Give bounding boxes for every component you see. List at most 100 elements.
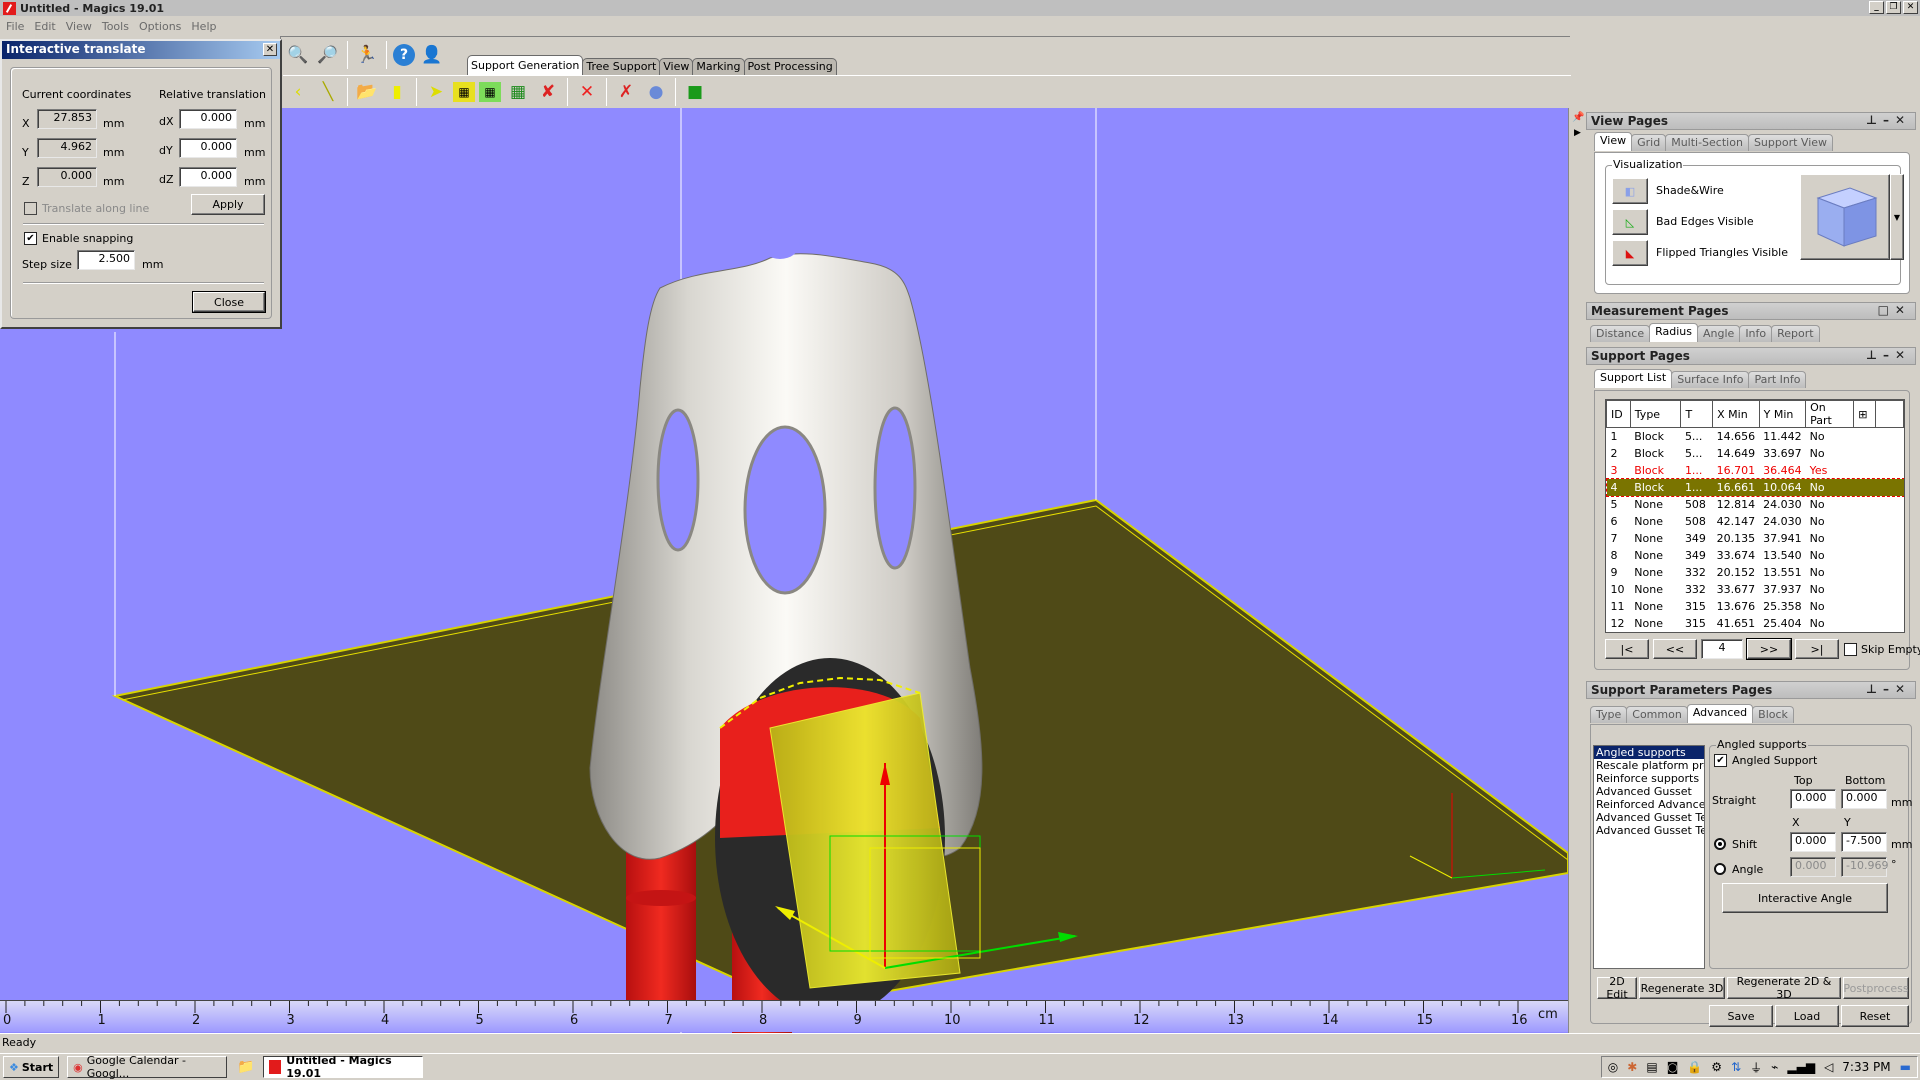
- usb-icon[interactable]: ⏚: [1750, 1059, 1762, 1076]
- panel-controls[interactable]: □✕: [1878, 303, 1911, 317]
- advanced-option-item[interactable]: Angled supports: [1594, 746, 1704, 759]
- shift-radio[interactable]: [1714, 838, 1726, 850]
- support-table-row[interactable]: 1 Block 5... 14.656 11.442 No: [1607, 428, 1904, 445]
- delete-numbered-icon[interactable]: ✗: [613, 79, 639, 105]
- tab-type[interactable]: Type: [1590, 706, 1628, 723]
- show-desktop-icon[interactable]: ▬: [1900, 1060, 1911, 1074]
- dialog-title-bar[interactable]: Interactive translate ✕: [2, 41, 280, 59]
- shift-x-input[interactable]: 0.000: [1790, 832, 1836, 852]
- translate-along-line-checkbox[interactable]: [24, 202, 37, 215]
- tray-icon[interactable]: ◎: [1608, 1060, 1618, 1074]
- angled-support-checkbox[interactable]: ✔: [1714, 754, 1727, 767]
- col-xmin[interactable]: X Min: [1712, 400, 1760, 428]
- straight-top-input[interactable]: 0.000: [1790, 789, 1836, 809]
- close-window-button[interactable]: ✕: [1903, 1, 1918, 14]
- regenerate-2d-3d-button[interactable]: Regenerate 2D & 3D: [1727, 975, 1841, 1001]
- first-button[interactable]: |<: [1605, 639, 1649, 659]
- support-table-row[interactable]: 3 Block 1... 16.701 36.464 Yes: [1607, 462, 1904, 479]
- tab-view-page[interactable]: View: [1594, 132, 1633, 151]
- tab-advanced[interactable]: Advanced: [1686, 704, 1754, 723]
- dialog-close-icon[interactable]: ✕: [263, 43, 277, 56]
- bad-edges-button[interactable]: ◺: [1612, 209, 1648, 235]
- support-table-row[interactable]: 6 None 508 42.147 24.030 No: [1607, 513, 1904, 530]
- interactive-angle-button[interactable]: Interactive Angle: [1722, 883, 1888, 913]
- dz-input[interactable]: 0.000: [179, 167, 237, 187]
- col-on-part[interactable]: On Part: [1805, 400, 1855, 428]
- column-chooser-icon[interactable]: ⊞: [1853, 400, 1876, 428]
- panel-controls[interactable]: ⊥–✕: [1866, 348, 1911, 362]
- current-support-input[interactable]: 4: [1701, 639, 1743, 659]
- volume-icon[interactable]: ◁: [1824, 1060, 1833, 1074]
- close-button[interactable]: Close: [192, 291, 266, 313]
- support-table-row[interactable]: 7 None 349 20.135 37.941 No: [1607, 530, 1904, 547]
- tab-view[interactable]: View: [659, 58, 694, 75]
- tray-icon[interactable]: ⚙: [1711, 1060, 1722, 1074]
- taskbar-item-magics[interactable]: Untitled - Magics 19.01: [262, 1054, 423, 1080]
- col-ymin[interactable]: Y Min: [1758, 400, 1807, 428]
- open-folder-icon[interactable]: 📂: [354, 79, 380, 105]
- load-button[interactable]: Load: [1775, 1005, 1839, 1027]
- tab-distance[interactable]: Distance: [1590, 325, 1651, 342]
- view-cube-button[interactable]: [1800, 174, 1890, 260]
- select-icon[interactable]: ➤: [423, 79, 449, 105]
- support-table-row[interactable]: 11 None 315 13.676 25.358 No: [1607, 598, 1904, 615]
- tab-support-generation[interactable]: Support Generation: [467, 55, 584, 75]
- block-3d-icon[interactable]: ■: [682, 79, 708, 105]
- regenerate-3d-button[interactable]: Regenerate 3D: [1639, 977, 1725, 999]
- cone-support-icon[interactable]: ▮: [384, 79, 410, 105]
- reset-button[interactable]: Reset: [1841, 1005, 1909, 1027]
- clock[interactable]: 7:33 PM: [1842, 1060, 1890, 1074]
- menu-help[interactable]: Help: [191, 20, 216, 33]
- support-table-row[interactable]: 12 None 315 41.651 25.404 No: [1607, 615, 1904, 632]
- step-size-input[interactable]: 2.500: [77, 250, 135, 270]
- select-surface-icon[interactable]: ▦: [453, 81, 475, 102]
- angle-radio[interactable]: [1714, 863, 1726, 875]
- straight-bottom-input[interactable]: 0.000: [1841, 789, 1887, 809]
- tab-tree-support[interactable]: Tree Support: [582, 58, 661, 75]
- next-button[interactable]: >>: [1746, 638, 1792, 660]
- menu-edit[interactable]: Edit: [34, 20, 55, 33]
- save-button[interactable]: Save: [1709, 1005, 1773, 1027]
- advanced-option-item[interactable]: Reinforced Advanced (: [1594, 798, 1704, 811]
- panel-controls[interactable]: ⊥–✕: [1866, 682, 1911, 696]
- support-agent-icon[interactable]: 👤: [419, 42, 445, 68]
- skip-empty-checkbox[interactable]: [1844, 643, 1857, 656]
- advanced-option-item[interactable]: Reinforce supports: [1594, 772, 1704, 785]
- advanced-options-list[interactable]: Angled supportsRescale platform projeRei…: [1593, 745, 1705, 969]
- start-button[interactable]: ❖ Start: [3, 1056, 60, 1078]
- menu-file[interactable]: File: [6, 20, 24, 33]
- last-button[interactable]: >|: [1795, 639, 1839, 659]
- power-icon[interactable]: ⌁: [1771, 1060, 1778, 1074]
- col-id[interactable]: ID: [1606, 400, 1631, 428]
- support-table-row[interactable]: 2 Block 5... 14.649 33.697 No: [1607, 445, 1904, 462]
- tab-support-list[interactable]: Support List: [1594, 369, 1673, 388]
- advanced-option-item[interactable]: Advanced Gusset Teet: [1594, 824, 1704, 837]
- exit-icon[interactable]: 🏃: [354, 42, 380, 68]
- lock-icon[interactable]: 🔒: [1687, 1060, 1702, 1074]
- line-icon[interactable]: ╲: [315, 79, 341, 105]
- zoom-icon[interactable]: 🔍: [285, 42, 311, 68]
- support-table-row[interactable]: 4 Block 1... 16.661 10.064 No: [1606, 477, 1904, 497]
- grid-select-icon[interactable]: ▦: [505, 79, 531, 105]
- tab-multi-section[interactable]: Multi-Section: [1665, 134, 1749, 151]
- tab-common[interactable]: Common: [1626, 706, 1688, 723]
- select-area-icon[interactable]: ▦: [479, 81, 501, 102]
- taskbar-item-chrome[interactable]: ◉ Google Calendar - Googl...: [67, 1054, 228, 1080]
- shade-wire-button[interactable]: ◧: [1612, 178, 1648, 204]
- tray-icon[interactable]: ✱: [1627, 1060, 1637, 1074]
- tab-support-view[interactable]: Support View: [1747, 134, 1834, 151]
- deselect-icon[interactable]: ✘: [535, 79, 561, 105]
- shift-y-input[interactable]: -7.500: [1841, 832, 1887, 852]
- pin-icon[interactable]: 📌: [1572, 112, 1584, 123]
- col-t[interactable]: T: [1680, 400, 1714, 428]
- tab-block[interactable]: Block: [1752, 706, 1794, 723]
- delete-icon[interactable]: ✕: [574, 79, 600, 105]
- minimize-button[interactable]: _: [1869, 1, 1884, 14]
- apply-button[interactable]: Apply: [191, 194, 265, 215]
- menu-tools[interactable]: Tools: [102, 20, 129, 33]
- flipped-triangles-button[interactable]: ◣: [1612, 240, 1648, 266]
- zoom-cancel-icon[interactable]: 🔎: [315, 42, 341, 68]
- advanced-option-item[interactable]: Rescale platform proje: [1594, 759, 1704, 772]
- dy-input[interactable]: 0.000: [179, 138, 237, 158]
- view-cube-dropdown[interactable]: ▼: [1890, 174, 1904, 260]
